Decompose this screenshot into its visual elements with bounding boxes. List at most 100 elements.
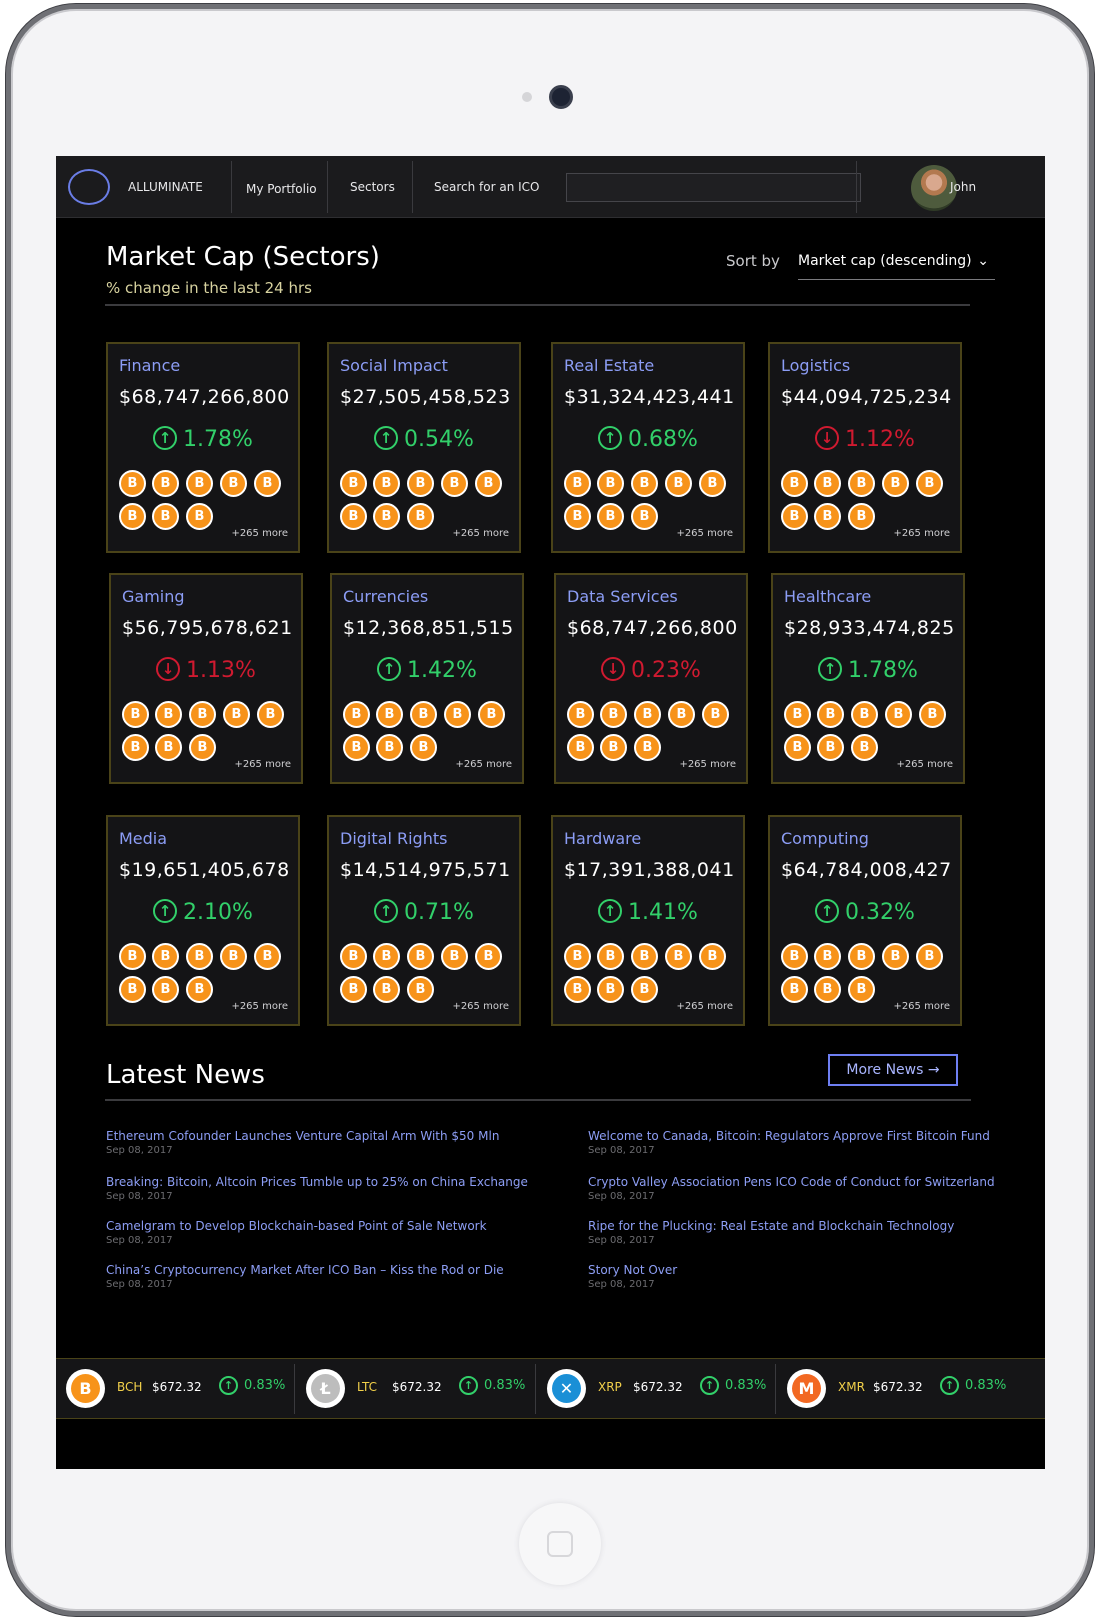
- bitcoin-icon[interactable]: B: [848, 470, 875, 497]
- bitcoin-icon[interactable]: B: [373, 976, 400, 1003]
- sector-card[interactable]: Real Estate $31,324,423,441 ↑ 0.68% B B B B B B B B…: [551, 342, 745, 553]
- sector-card[interactable]: Logistics $44,094,725,234 ↓ 1.12% B B B B B B B B +2…: [768, 342, 962, 553]
- bitcoin-icon[interactable]: B: [407, 943, 434, 970]
- bitcoin-icon[interactable]: B: [189, 701, 216, 728]
- bitcoin-icon[interactable]: B: [340, 503, 367, 530]
- sector-card[interactable]: Healthcare $28,933,474,825 ↑ 1.78% B B B B B B B B +…: [771, 573, 965, 784]
- bitcoin-icon[interactable]: B: [475, 943, 502, 970]
- bitcoin-icon[interactable]: B: [848, 943, 875, 970]
- ticker-item[interactable]: Ł LTC $672.32 ↑ 0.83%: [296, 1359, 536, 1418]
- sector-card[interactable]: Computing $64,784,008,427 ↑ 0.32% B B B B B B B B +2…: [768, 815, 962, 1026]
- bitcoin-icon[interactable]: B: [817, 734, 844, 761]
- bitcoin-icon[interactable]: B: [567, 701, 594, 728]
- bitcoin-icon[interactable]: B: [631, 976, 658, 1003]
- more-coins-link[interactable]: +265 more: [893, 1001, 950, 1012]
- bitcoin-icon[interactable]: B: [814, 470, 841, 497]
- bitcoin-icon[interactable]: B: [885, 701, 912, 728]
- more-coins-link[interactable]: +265 more: [679, 759, 736, 770]
- bitcoin-icon[interactable]: B: [702, 701, 729, 728]
- sector-card[interactable]: Digital Rights $14,514,975,571 ↑ 0.71% B B B B B…: [327, 815, 521, 1026]
- user-name[interactable]: John: [950, 156, 976, 218]
- bitcoin-icon[interactable]: B: [600, 701, 627, 728]
- more-coins-link[interactable]: +265 more: [676, 528, 733, 539]
- bitcoin-icon[interactable]: B: [373, 503, 400, 530]
- bitcoin-icon[interactable]: B: [257, 701, 284, 728]
- bitcoin-icon[interactable]: B: [814, 503, 841, 530]
- bitcoin-icon[interactable]: B: [597, 976, 624, 1003]
- sort-dropdown[interactable]: Market cap (descending) ⌄: [798, 248, 995, 280]
- home-button[interactable]: [519, 1503, 601, 1585]
- bitcoin-icon[interactable]: B: [600, 734, 627, 761]
- bitcoin-icon[interactable]: B: [848, 976, 875, 1003]
- bitcoin-icon[interactable]: B: [373, 470, 400, 497]
- bitcoin-icon[interactable]: B: [567, 734, 594, 761]
- bitcoin-icon[interactable]: B: [631, 503, 658, 530]
- bitcoin-icon[interactable]: B: [441, 943, 468, 970]
- bitcoin-icon[interactable]: B: [343, 734, 370, 761]
- news-headline-link[interactable]: China’s Cryptocurrency Market After ICO …: [106, 1263, 504, 1277]
- news-headline-link[interactable]: Ripe for the Plucking: Real Estate and B…: [588, 1219, 954, 1233]
- bitcoin-icon[interactable]: B: [155, 734, 182, 761]
- bitcoin-icon[interactable]: B: [564, 503, 591, 530]
- bitcoin-icon[interactable]: B: [699, 470, 726, 497]
- bitcoin-icon[interactable]: B: [631, 470, 658, 497]
- bitcoin-icon[interactable]: B: [564, 976, 591, 1003]
- bitcoin-icon[interactable]: B: [916, 470, 943, 497]
- bitcoin-icon[interactable]: B: [410, 734, 437, 761]
- sector-card[interactable]: Hardware $17,391,388,041 ↑ 1.41% B B B B B B B B +26…: [551, 815, 745, 1026]
- more-coins-link[interactable]: +265 more: [231, 1001, 288, 1012]
- bitcoin-icon[interactable]: B: [343, 701, 370, 728]
- bitcoin-icon[interactable]: B: [340, 943, 367, 970]
- bitcoin-icon[interactable]: B: [186, 976, 213, 1003]
- bitcoin-icon[interactable]: B: [186, 470, 213, 497]
- bitcoin-icon[interactable]: B: [220, 943, 247, 970]
- sector-card[interactable]: Social Impact $27,505,458,523 ↑ 0.54% B B B B B B…: [327, 342, 521, 553]
- bitcoin-icon[interactable]: B: [444, 701, 471, 728]
- news-headline-link[interactable]: Camelgram to Develop Blockchain-based Po…: [106, 1219, 487, 1233]
- bitcoin-icon[interactable]: B: [220, 470, 247, 497]
- bitcoin-icon[interactable]: B: [189, 734, 216, 761]
- more-coins-link[interactable]: +265 more: [452, 1001, 509, 1012]
- bitcoin-icon[interactable]: B: [122, 701, 149, 728]
- search-input[interactable]: [566, 173, 861, 202]
- bitcoin-icon[interactable]: B: [478, 701, 505, 728]
- bitcoin-icon[interactable]: B: [152, 470, 179, 497]
- bitcoin-icon[interactable]: B: [817, 701, 844, 728]
- bitcoin-icon[interactable]: B: [373, 943, 400, 970]
- bitcoin-icon[interactable]: B: [814, 943, 841, 970]
- ticker-item[interactable]: M XMR $672.32 ↑ 0.83%: [777, 1359, 1017, 1418]
- bitcoin-icon[interactable]: B: [781, 470, 808, 497]
- more-coins-link[interactable]: +265 more: [234, 759, 291, 770]
- ticker-item[interactable]: ✕ XRP $672.32 ↑ 0.83%: [537, 1359, 777, 1418]
- bitcoin-icon[interactable]: B: [152, 976, 179, 1003]
- bitcoin-icon[interactable]: B: [851, 701, 878, 728]
- bitcoin-icon[interactable]: B: [254, 943, 281, 970]
- bitcoin-icon[interactable]: B: [475, 470, 502, 497]
- bitcoin-icon[interactable]: B: [781, 976, 808, 1003]
- bitcoin-icon[interactable]: B: [186, 503, 213, 530]
- bitcoin-icon[interactable]: B: [631, 943, 658, 970]
- bitcoin-icon[interactable]: B: [634, 701, 661, 728]
- bitcoin-icon[interactable]: B: [668, 701, 695, 728]
- news-headline-link[interactable]: Crypto Valley Association Pens ICO Code …: [588, 1175, 995, 1189]
- bitcoin-icon[interactable]: B: [851, 734, 878, 761]
- bitcoin-icon[interactable]: B: [376, 701, 403, 728]
- bitcoin-icon[interactable]: B: [223, 701, 250, 728]
- bitcoin-icon[interactable]: B: [152, 943, 179, 970]
- bitcoin-icon[interactable]: B: [407, 470, 434, 497]
- bitcoin-icon[interactable]: B: [919, 701, 946, 728]
- news-headline-link[interactable]: Welcome to Canada, Bitcoin: Regulators A…: [588, 1129, 990, 1143]
- bitcoin-icon[interactable]: B: [119, 976, 146, 1003]
- bitcoin-icon[interactable]: B: [781, 943, 808, 970]
- bitcoin-icon[interactable]: B: [634, 734, 661, 761]
- sector-card[interactable]: Finance $68,747,266,800 ↑ 1.78% B B B B B B B B +265…: [106, 342, 300, 553]
- bitcoin-icon[interactable]: B: [119, 503, 146, 530]
- more-coins-link[interactable]: +265 more: [676, 1001, 733, 1012]
- bitcoin-icon[interactable]: B: [564, 470, 591, 497]
- sector-card[interactable]: Data Services $68,747,266,800 ↓ 0.23% B B B B B B…: [554, 573, 748, 784]
- more-coins-link[interactable]: +265 more: [452, 528, 509, 539]
- bitcoin-icon[interactable]: B: [916, 943, 943, 970]
- bitcoin-icon[interactable]: B: [784, 701, 811, 728]
- more-coins-link[interactable]: +265 more: [231, 528, 288, 539]
- sector-card[interactable]: Media $19,651,405,678 ↑ 2.10% B B B B B B B B +265 m…: [106, 815, 300, 1026]
